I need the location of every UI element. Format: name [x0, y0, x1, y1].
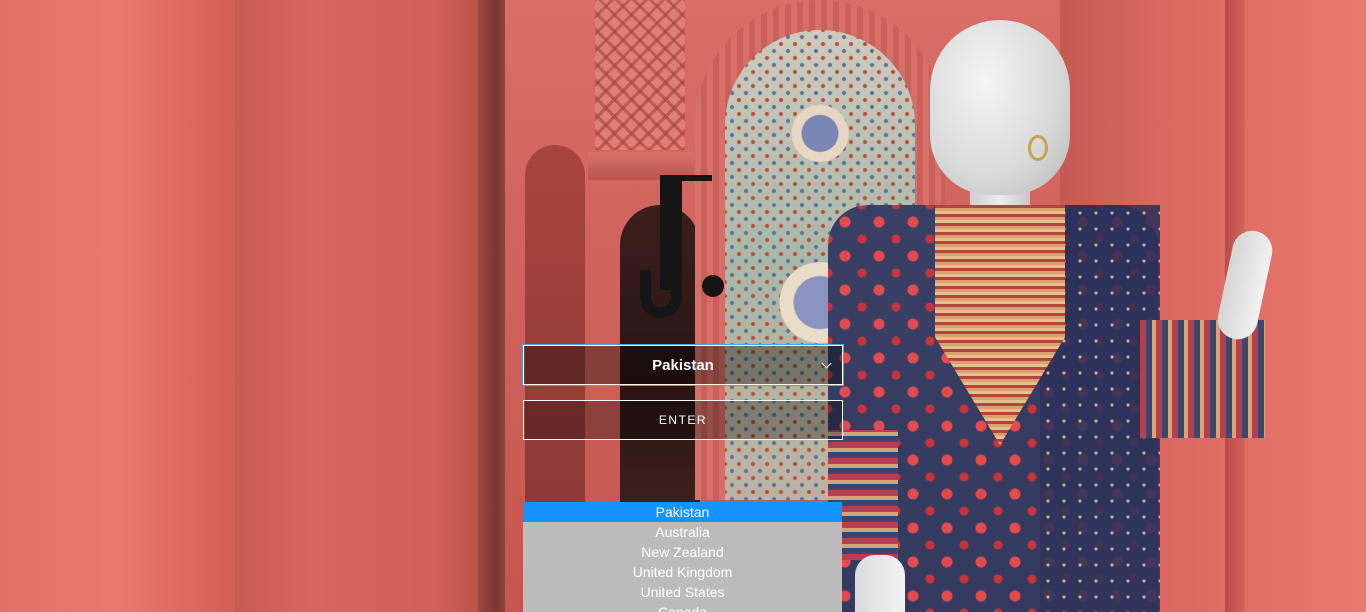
- country-option-united-states[interactable]: United States: [523, 582, 842, 602]
- logo-letter-hook: [640, 270, 682, 318]
- country-option-australia[interactable]: Australia: [523, 522, 842, 542]
- country-option-new-zealand[interactable]: New Zealand: [523, 542, 842, 562]
- brand-logo: [640, 175, 730, 320]
- garment-sleeve-right: [1140, 320, 1265, 438]
- country-select-value: Pakistan: [652, 356, 714, 374]
- earring: [1028, 135, 1048, 161]
- background-lattice: [595, 0, 685, 150]
- logo-dot: [702, 275, 724, 297]
- country-option-pakistan[interactable]: Pakistan: [523, 502, 842, 522]
- background-pillar: [235, 0, 495, 612]
- chevron-down-icon: [821, 358, 832, 369]
- country-option-canada[interactable]: Canada: [523, 602, 842, 612]
- mannequin-hand-left: [855, 555, 905, 612]
- country-dropdown-list: Pakistan Australia New Zealand United Ki…: [523, 502, 842, 612]
- enter-button[interactable]: ENTER: [523, 400, 843, 440]
- background-arch-small: [525, 145, 585, 505]
- country-option-united-kingdom[interactable]: United Kingdom: [523, 562, 842, 582]
- mannequin-head: [930, 20, 1070, 195]
- logo-letter-cap: [660, 175, 712, 181]
- country-select[interactable]: Pakistan: [522, 344, 844, 386]
- landing-stage: Pakistan ENTER Pakistan Australia New Ze…: [0, 0, 1366, 612]
